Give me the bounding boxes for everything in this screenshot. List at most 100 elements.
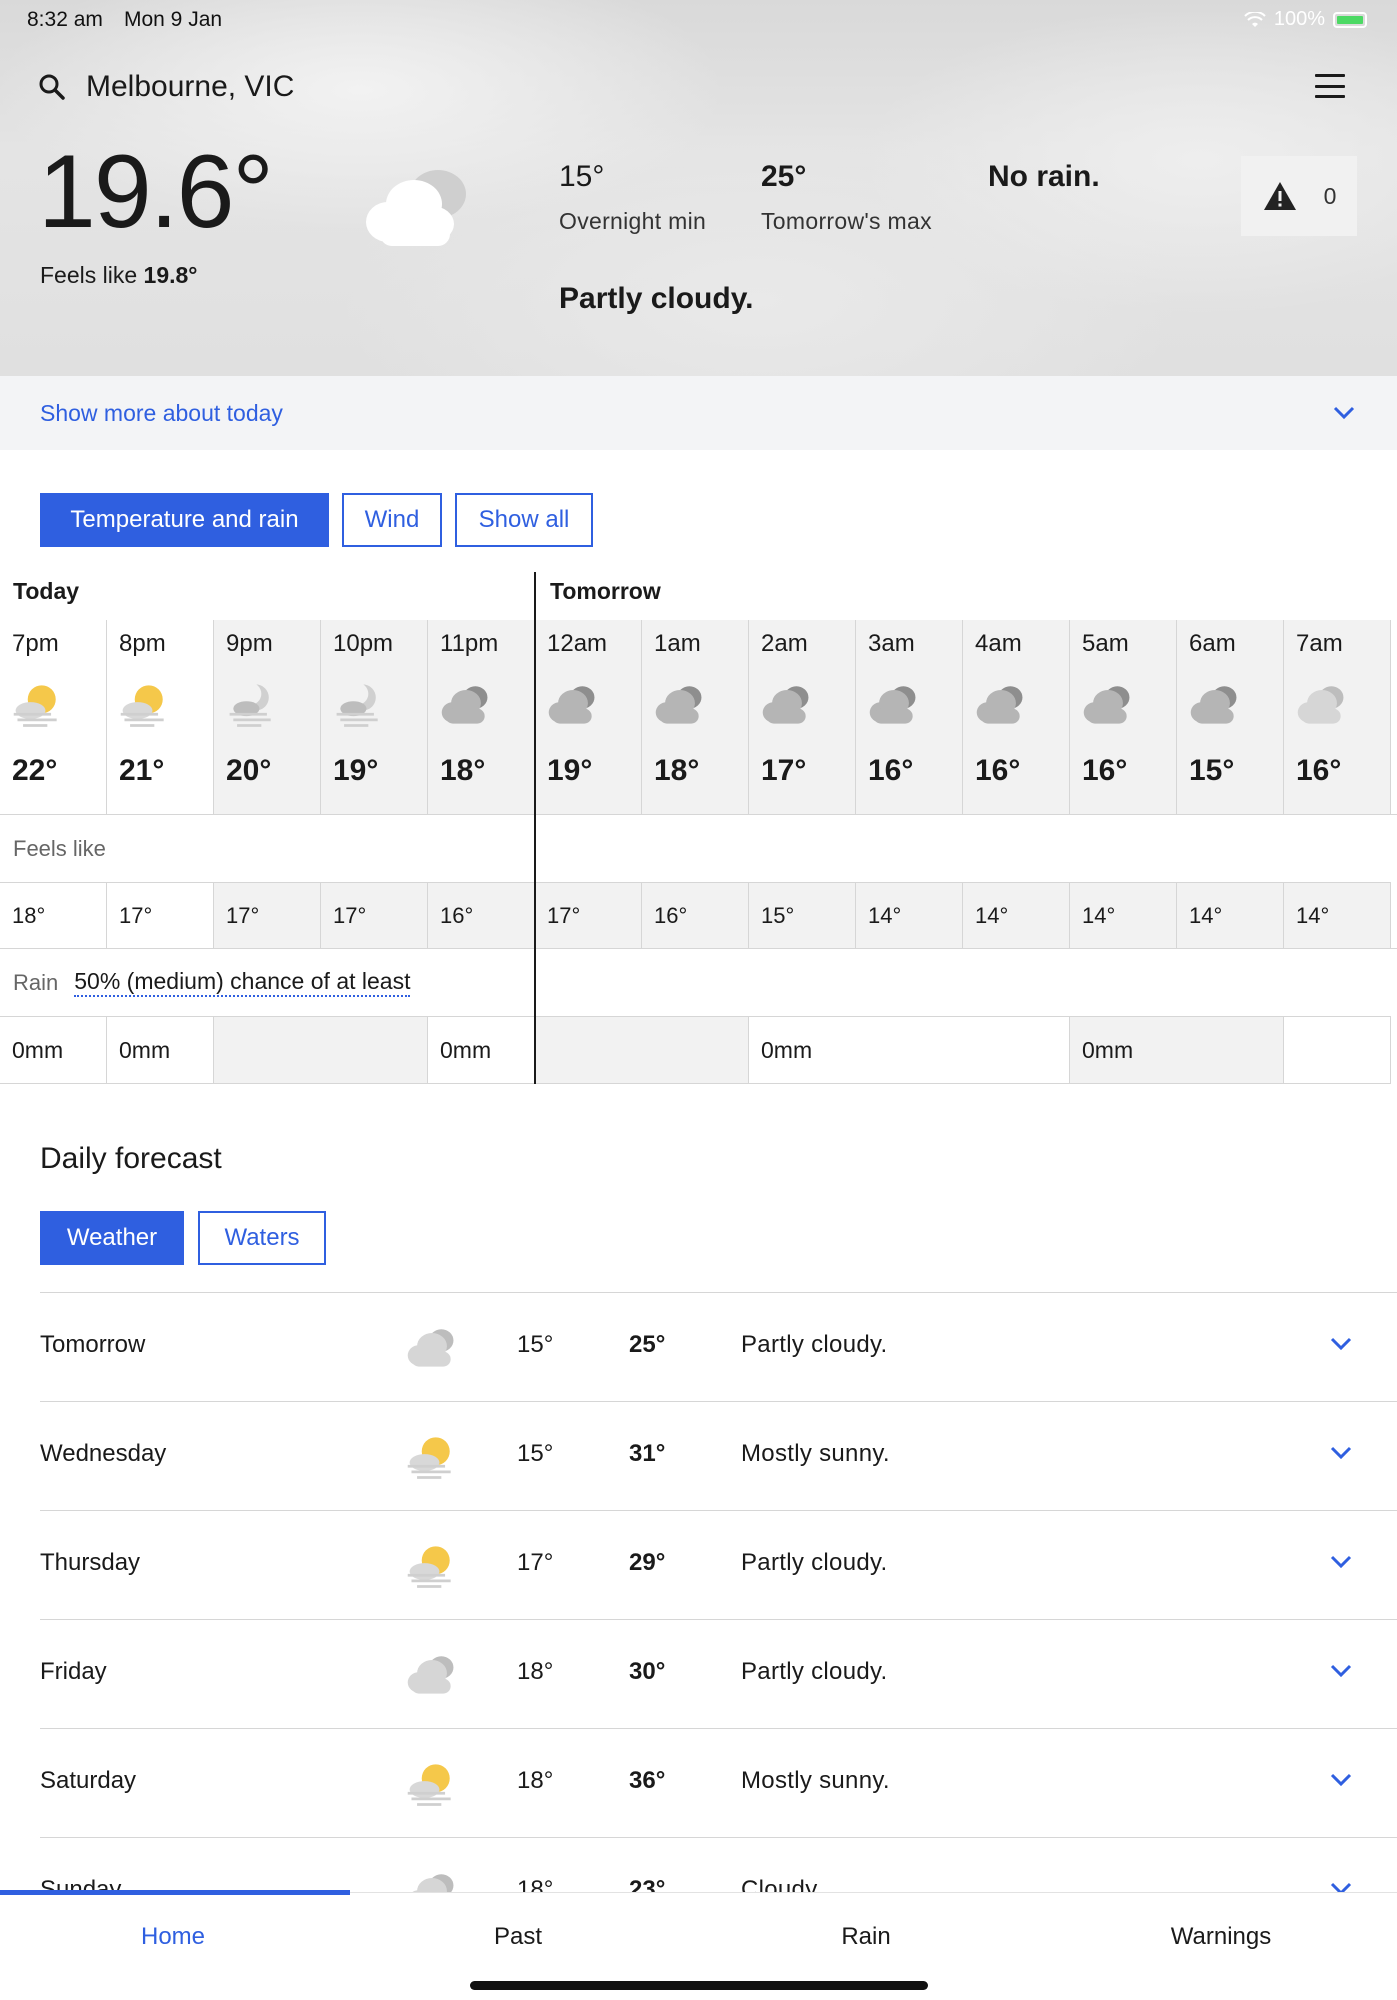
day-divider <box>534 572 536 1084</box>
tab-wind[interactable]: Wind <box>342 493 442 547</box>
hour-time: 6am <box>1189 630 1236 657</box>
tomorrow-max: 25° Tomorrow's max <box>761 160 932 235</box>
location-search[interactable]: Melbourne, VIC <box>38 70 294 104</box>
hour-column[interactable]: 6am 15° <box>1177 620 1284 814</box>
hour-time: 10pm <box>333 630 394 657</box>
menu-icon[interactable] <box>1315 74 1345 98</box>
hour-column[interactable]: 2am 17° <box>749 620 856 814</box>
chevron-down-icon[interactable] <box>1330 1882 1352 1892</box>
sunny-haze-icon <box>10 680 66 733</box>
mostly-sunny-icon <box>404 1759 460 1812</box>
warnings-button[interactable]: 0 <box>1241 156 1357 236</box>
hour-feels-like: 14° <box>963 883 1070 949</box>
nav-past[interactable]: Past <box>494 1923 542 1951</box>
warnings-count: 0 <box>1323 182 1337 209</box>
hour-temp: 19° <box>547 754 593 787</box>
day-description: Partly cloudy. <box>741 1549 888 1576</box>
hour-feels-like: 18° <box>0 883 107 949</box>
day-max-temp: 25° <box>629 1331 666 1358</box>
hour-column[interactable]: 1am 18° <box>642 620 749 814</box>
hour-feels-like: 15° <box>749 883 856 949</box>
nav-warnings[interactable]: Warnings <box>1171 1923 1271 1951</box>
rain-chance-link[interactable]: 50% (medium) chance of at least <box>74 968 411 997</box>
battery-icon <box>1333 11 1367 28</box>
hourly-forecast: Today Tomorrow 7pm 22° 8pm 21° 9pm 20° 10pm 19°… <box>0 572 1397 1084</box>
feels-like-row-label: Feels like <box>0 814 1397 882</box>
hour-feels-like: 14° <box>1070 883 1177 949</box>
hour-time: 8pm <box>119 630 166 657</box>
status-indicators: 100% <box>1244 8 1367 31</box>
chevron-down-icon[interactable] <box>1333 406 1355 420</box>
feels-like: Feels like 19.8° <box>40 262 198 289</box>
nav-home[interactable]: Home <box>141 1923 205 1951</box>
hourly-columns[interactable]: 7pm 22° 8pm 21° 9pm 20° 10pm 19° 11pm 18° 12am 19° 1… <box>0 620 1391 814</box>
search-icon[interactable] <box>38 73 66 101</box>
daily-row-sunday[interactable]: Sunday 18° 23° Cloudy. <box>40 1837 1397 1892</box>
hour-column[interactable]: 12am 19° <box>535 620 642 814</box>
hour-temp: 18° <box>440 754 486 787</box>
day-min-temp: 15° <box>517 1440 554 1467</box>
hour-column[interactable]: 7am 16° <box>1284 620 1391 814</box>
show-more-label[interactable]: Show more about today <box>40 400 283 427</box>
daily-row-tomorrow[interactable]: Tomorrow 15° 25° Partly cloudy. <box>40 1292 1397 1401</box>
overnight-min-value: 15° <box>559 160 605 193</box>
rain-amount <box>535 1017 749 1083</box>
hour-column[interactable]: 3am 16° <box>856 620 963 814</box>
partly-cloudy-icon <box>404 1650 460 1703</box>
show-more-today[interactable]: Show more about today <box>0 376 1397 450</box>
hour-time: 1am <box>654 630 701 657</box>
chevron-down-icon[interactable] <box>1330 1446 1352 1460</box>
weather-summary: Partly cloudy. <box>559 282 754 315</box>
mostly-sunny-icon <box>404 1432 460 1485</box>
chevron-down-icon[interactable] <box>1330 1773 1352 1787</box>
chevron-down-icon[interactable] <box>1330 1555 1352 1569</box>
day-min-temp: 15° <box>517 1331 554 1358</box>
daily-row-saturday[interactable]: Saturday 18° 36° Mostly sunny. <box>40 1728 1397 1837</box>
hour-column[interactable]: 9pm 20° <box>214 620 321 814</box>
hour-time: 5am <box>1082 630 1129 657</box>
tab-show-all[interactable]: Show all <box>455 493 593 547</box>
day-max-temp: 23° <box>629 1876 666 1892</box>
hour-column[interactable]: 11pm 18° <box>428 620 535 814</box>
daily-row-wednesday[interactable]: Wednesday 15° 31° Mostly sunny. <box>40 1401 1397 1510</box>
day-name: Thursday <box>40 1549 141 1576</box>
chevron-down-icon[interactable] <box>1330 1664 1352 1678</box>
current-temperature: 19.6° <box>38 134 274 250</box>
hour-column[interactable]: 4am 16° <box>963 620 1070 814</box>
hour-column[interactable]: 5am 16° <box>1070 620 1177 814</box>
cloudy-night-icon <box>1080 680 1136 733</box>
tomorrow-max-value: 25° <box>761 160 807 193</box>
day-max-temp: 29° <box>629 1549 666 1576</box>
rain-row-label: Rain 50% (medium) chance of at least <box>0 948 1397 1016</box>
moon-haze-icon <box>331 680 387 733</box>
hour-column[interactable]: 7pm 22° <box>0 620 107 814</box>
hour-feels-like: 17° <box>107 883 214 949</box>
tab-temperature-and-rain[interactable]: Temperature and rain <box>40 493 329 547</box>
feels-like-value: 19.8° <box>143 262 198 288</box>
hour-column[interactable]: 10pm 19° <box>321 620 428 814</box>
daily-row-thursday[interactable]: Thursday 17° 29° Partly cloudy. <box>40 1510 1397 1619</box>
rain-amount-row: 0mm 0mm 0mm 0mm 0mm <box>0 1016 1391 1084</box>
home-indicator <box>470 1981 928 1990</box>
daily-row-friday[interactable]: Friday 18° 30° Partly cloudy. <box>40 1619 1397 1728</box>
rain-amount: 0mm <box>107 1017 214 1083</box>
day-name: Saturday <box>40 1767 137 1794</box>
day-description: Partly cloudy. <box>741 1658 888 1685</box>
hour-feels-like: 14° <box>856 883 963 949</box>
nav-rain[interactable]: Rain <box>841 1923 890 1951</box>
chevron-down-icon[interactable] <box>1330 1337 1352 1351</box>
bottom-navigation: Home Past Rain Warnings <box>0 1890 1397 2000</box>
hour-time: 2am <box>761 630 808 657</box>
hour-feels-like: 17° <box>321 883 428 949</box>
tab-weather[interactable]: Weather <box>40 1211 184 1265</box>
location-name[interactable]: Melbourne, VIC <box>86 70 294 104</box>
hour-time: 11pm <box>440 630 499 657</box>
tab-waters[interactable]: Waters <box>198 1211 326 1265</box>
hour-column[interactable]: 8pm 21° <box>107 620 214 814</box>
feels-like-row-text: Feels like <box>13 835 106 861</box>
day-max-temp: 36° <box>629 1767 666 1794</box>
rain-amount: 0mm <box>0 1017 107 1083</box>
hour-feels-like: 17° <box>535 883 642 949</box>
hour-temp: 21° <box>119 754 165 787</box>
day-name: Friday <box>40 1658 107 1685</box>
